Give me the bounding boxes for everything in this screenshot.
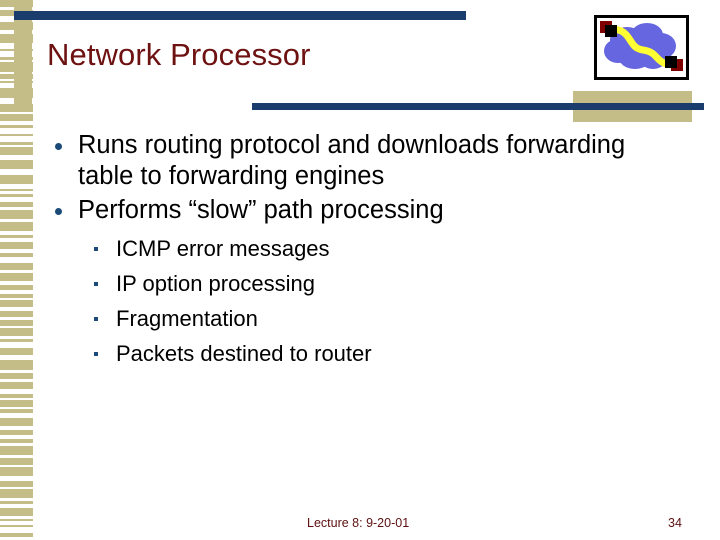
decorative-stripe <box>0 253 33 257</box>
decorative-stripe <box>0 189 33 191</box>
title-top-rule <box>14 11 466 20</box>
decorative-stripe <box>0 320 33 326</box>
decorative-stripe <box>0 210 33 219</box>
decorative-stripe <box>0 339 33 342</box>
sub-bullet-item-3: Fragmentation <box>78 305 662 333</box>
decorative-stripe <box>0 409 33 413</box>
decorative-stripe <box>0 525 33 527</box>
bullet-label-1: Runs routing protocol and downloads forw… <box>78 131 626 190</box>
decorative-stripe <box>0 134 33 136</box>
decorative-stripe <box>0 142 33 145</box>
sub-bullet-label-3: Fragmentation <box>116 306 258 331</box>
decorative-stripe <box>0 114 33 121</box>
decorative-stripe <box>0 300 33 307</box>
content-divider-rule <box>252 103 704 110</box>
sub-bullet-dot-icon <box>94 282 98 286</box>
decorative-stripe <box>0 446 33 455</box>
decorative-stripe <box>0 439 33 443</box>
sub-bullet-label-1: ICMP error messages <box>116 236 330 261</box>
decorative-stripe <box>0 430 33 435</box>
network-cloud-link-graphic <box>594 15 689 80</box>
slide-body: Runs routing protocol and downloads forw… <box>42 130 662 375</box>
decorative-stripe <box>0 235 33 238</box>
decorative-stripe <box>0 202 33 207</box>
decorative-stripe <box>0 373 33 379</box>
footer-lecture-label: Lecture 8: 9-20-01 <box>307 516 410 530</box>
decorative-stripe <box>0 160 33 169</box>
sub-bullet-item-2: IP option processing <box>78 270 662 298</box>
sub-bullet-item-1: ICMP error messages <box>78 235 662 263</box>
sub-bullet-dot-icon <box>94 317 98 321</box>
decorative-stripe <box>0 400 33 407</box>
page-title: Network Processor <box>47 37 311 72</box>
decorative-stripe <box>0 242 33 249</box>
decorative-stripe <box>0 458 33 465</box>
bullet-list-level1: Runs routing protocol and downloads forw… <box>42 130 662 368</box>
decorative-stripe <box>0 194 33 197</box>
bullet-label-2: Performs “slow” path processing <box>78 196 444 224</box>
decorative-stripe <box>0 533 33 537</box>
slide-canvas: Network Processor Runs routing protocol … <box>0 0 720 540</box>
decorative-stripe <box>0 348 33 355</box>
bullet-list-level2: ICMP error messages IP option processing… <box>78 235 662 368</box>
bullet-dot-icon <box>55 143 62 150</box>
sub-bullet-label-2: IP option processing <box>116 271 315 296</box>
decorative-stripe <box>0 360 33 370</box>
decorative-stripe <box>0 467 33 476</box>
network-cloud-icon <box>600 21 683 71</box>
sub-bullet-dot-icon <box>94 247 98 251</box>
sub-bullet-item-4: Packets destined to router <box>78 340 662 368</box>
decorative-stripe <box>0 263 33 270</box>
decorative-stripe <box>0 222 33 231</box>
decorative-stripe <box>0 311 33 317</box>
decorative-stripe <box>0 125 33 128</box>
bullet-dot-icon <box>55 208 62 215</box>
decorative-stripe <box>0 418 33 426</box>
decorative-stripe <box>0 382 33 389</box>
decorative-stripe <box>0 285 33 290</box>
sub-bullet-label-4: Packets destined to router <box>116 341 372 366</box>
decorative-stripe <box>0 508 33 516</box>
bullet-item-1: Runs routing protocol and downloads forw… <box>42 130 662 192</box>
decorative-stripe <box>0 394 33 398</box>
footer-page-number: 34 <box>668 516 682 530</box>
decorative-stripe <box>0 147 33 155</box>
decorative-stripe <box>0 273 33 281</box>
decorative-stripe <box>0 328 33 336</box>
bullet-item-2: Performs “slow” path processing ICMP err… <box>42 195 662 368</box>
decorative-stripe <box>0 294 33 298</box>
decorative-stripe <box>0 501 33 504</box>
decorative-stripe <box>0 175 33 184</box>
decorative-stripe <box>0 481 33 487</box>
sub-bullet-dot-icon <box>94 352 98 356</box>
decorative-stripe <box>0 519 33 521</box>
decorative-stripe <box>0 489 33 498</box>
